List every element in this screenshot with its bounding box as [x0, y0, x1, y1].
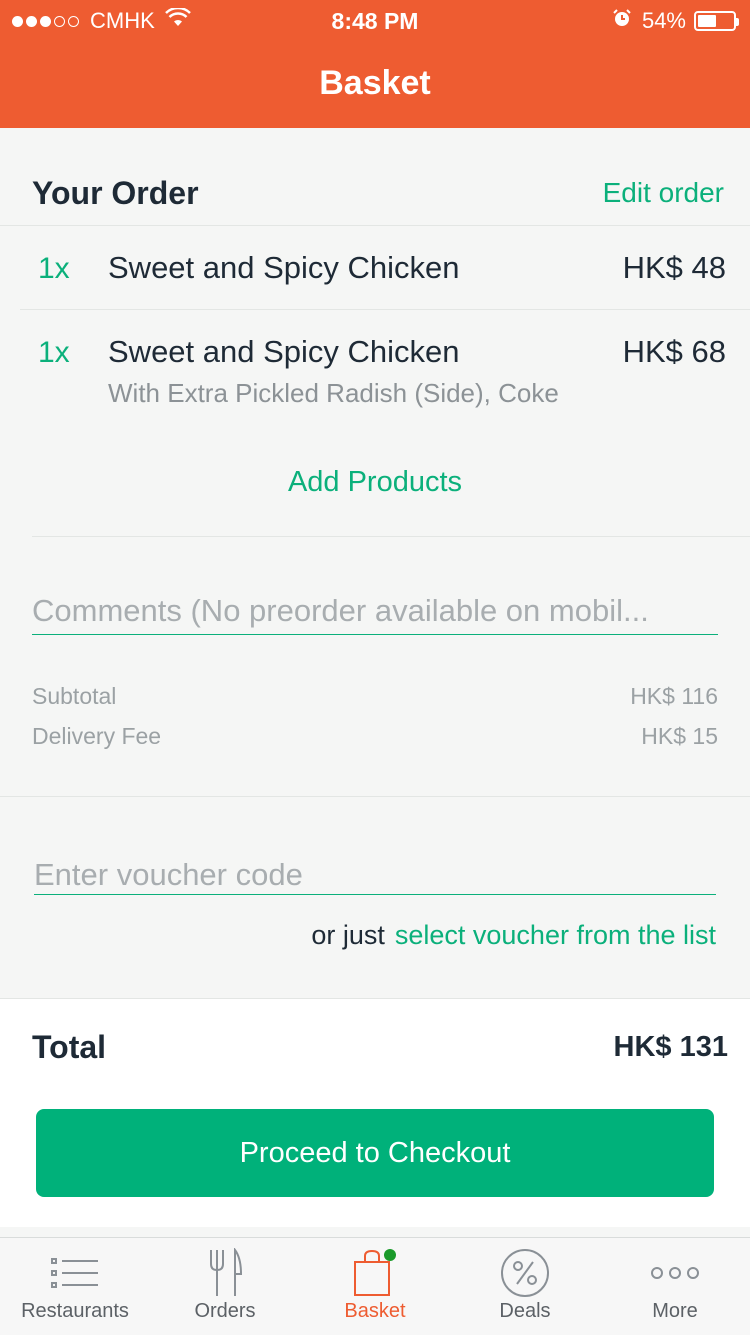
order-item[interactable]: 1x Sweet and Spicy Chicken HK$ 68 With E… — [0, 334, 750, 414]
total-panel: Total HK$ 131 Proceed to Checkout — [0, 998, 750, 1227]
list-icon — [50, 1248, 100, 1298]
item-quantity: 1x — [38, 336, 70, 369]
item-options: With Extra Pickled Radish (Side), Coke — [108, 378, 559, 408]
divider — [32, 536, 750, 537]
subtotal-label: Subtotal — [32, 683, 117, 709]
total-row: Total HK$ 131 — [32, 1029, 728, 1066]
battery-fill — [698, 15, 717, 27]
order-header: Your Order Edit order — [32, 168, 724, 218]
tab-label: Orders — [194, 1300, 256, 1322]
status-right: 54% — [612, 8, 739, 34]
item-price: HK$ 68 — [622, 334, 726, 369]
or-just-text: or just — [311, 920, 385, 950]
order-item[interactable]: 1x Sweet and Spicy Chicken HK$ 48 — [0, 250, 750, 310]
alarm-icon — [612, 8, 632, 34]
tab-label: More — [652, 1300, 698, 1322]
voucher-select-line: or just select voucher from the list — [311, 920, 716, 951]
delivery-fee-row: Delivery Fee HK$ 15 — [32, 723, 718, 750]
tab-bar: Restaurants Orders Basket Deals More — [0, 1237, 750, 1335]
battery-icon — [694, 11, 739, 31]
shopping-bag-icon — [352, 1248, 398, 1298]
comments-input[interactable] — [32, 588, 718, 635]
status-bar: CMHK 8:48 PM 54% — [0, 0, 750, 40]
item-quantity: 1x — [38, 252, 70, 285]
tab-deals[interactable]: Deals — [450, 1238, 600, 1335]
battery-percent: 54% — [641, 8, 686, 33]
divider — [0, 796, 750, 797]
percent-icon — [500, 1248, 550, 1298]
fork-knife-icon — [205, 1248, 245, 1298]
subtotal-row: Subtotal HK$ 116 — [32, 683, 718, 710]
edit-order-link[interactable]: Edit order — [603, 177, 724, 209]
divider — [20, 309, 750, 310]
tab-label: Basket — [344, 1300, 406, 1322]
tab-basket[interactable]: Basket — [300, 1238, 450, 1335]
total-value: HK$ 131 — [613, 1031, 728, 1063]
item-name: Sweet and Spicy Chicken — [108, 250, 460, 285]
subtotal-value: HK$ 116 — [630, 683, 718, 709]
divider — [0, 225, 750, 226]
item-name: Sweet and Spicy Chicken — [108, 334, 460, 369]
more-dots-icon — [650, 1248, 700, 1298]
tab-label: Restaurants — [21, 1300, 129, 1322]
add-products-button[interactable]: Add Products — [0, 466, 750, 499]
delivery-fee-label: Delivery Fee — [32, 723, 162, 749]
order-heading: Your Order — [32, 174, 199, 211]
tab-more[interactable]: More — [600, 1238, 750, 1335]
select-voucher-link[interactable]: select voucher from the list — [395, 920, 716, 951]
voucher-code-input[interactable] — [34, 856, 716, 895]
proceed-to-checkout-button[interactable]: Proceed to Checkout — [36, 1109, 714, 1197]
total-label: Total — [32, 1029, 107, 1065]
delivery-fee-value: HK$ 15 — [641, 723, 718, 749]
tab-orders[interactable]: Orders — [150, 1238, 300, 1335]
tab-restaurants[interactable]: Restaurants — [0, 1238, 150, 1335]
item-price: HK$ 48 — [622, 250, 726, 285]
page-title: Basket — [319, 64, 431, 102]
app-header: CMHK 8:48 PM 54% Basket — [0, 0, 750, 128]
tab-label: Deals — [499, 1300, 551, 1322]
